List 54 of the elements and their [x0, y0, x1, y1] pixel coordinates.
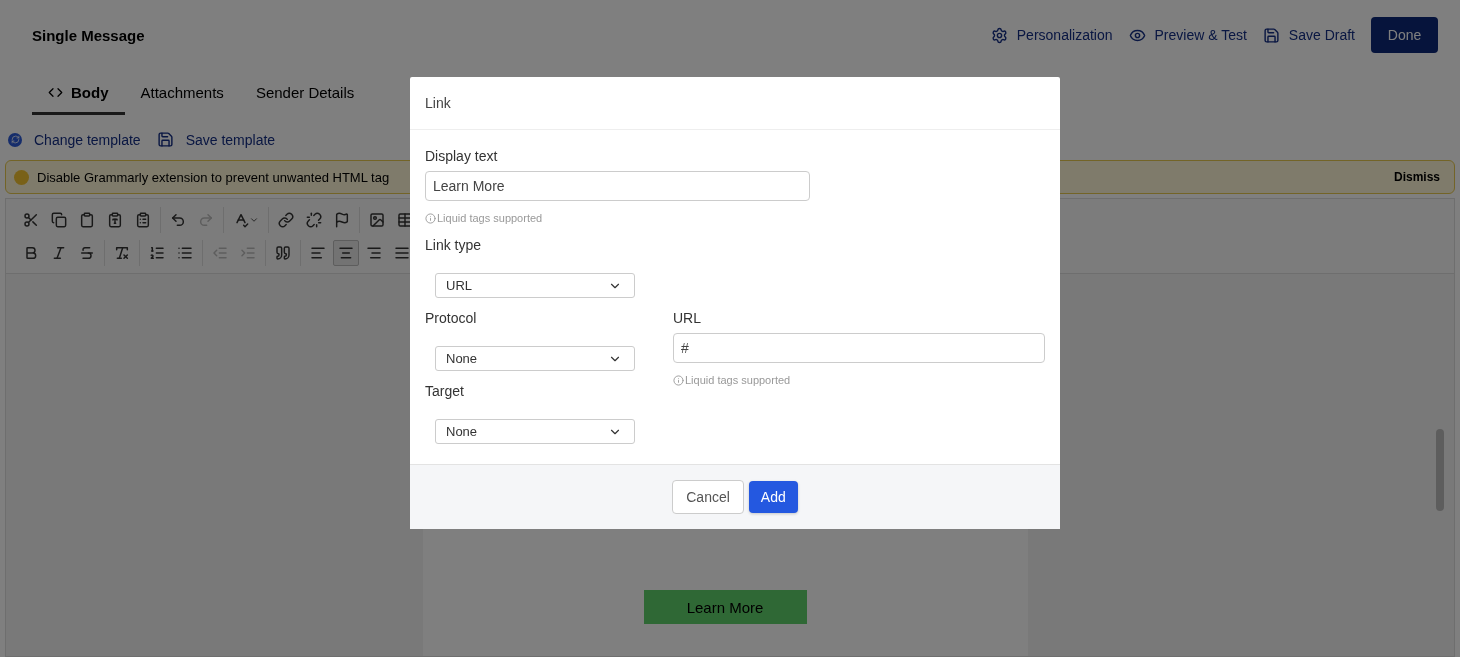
- editor-tab[interactable]: Body: [32, 73, 125, 115]
- scrollbar-thumb[interactable]: [1436, 429, 1444, 511]
- undo-icon: [170, 211, 186, 228]
- add-button[interactable]: Add: [748, 481, 798, 513]
- editor-tab[interactable]: Sender Details: [239, 73, 371, 115]
- paste-icon: [79, 211, 95, 228]
- quote-icon: [275, 244, 291, 261]
- paste-word-icon: [135, 211, 151, 228]
- italic-icon: [51, 244, 67, 261]
- field-label: URL: [673, 310, 702, 326]
- table-icon: [397, 211, 413, 228]
- template-link[interactable]: Save template: [156, 131, 276, 148]
- paste-text-icon: [107, 211, 123, 228]
- flag-icon: [334, 211, 350, 228]
- settings-icon: [990, 26, 1008, 44]
- header-action[interactable]: Preview & Test: [1128, 26, 1247, 44]
- header-action[interactable]: Save Draft: [1262, 26, 1355, 44]
- field-label: Link type: [425, 237, 483, 253]
- notice-text: Disable Grammarly extension to prevent unwanted HTML tag: [37, 169, 391, 185]
- url-input[interactable]: #: [673, 333, 1045, 363]
- field-label: Display text: [425, 148, 499, 164]
- dismiss-button[interactable]: Dismiss: [1387, 169, 1446, 185]
- unlink-icon: [306, 211, 322, 228]
- cut-icon: [23, 211, 39, 228]
- numbered-list-icon: [149, 244, 165, 261]
- warning-dot-icon: [14, 169, 29, 185]
- template-link[interactable]: Change template: [8, 131, 141, 148]
- info-icon: [673, 374, 684, 386]
- protocol-select[interactable]: None: [435, 346, 635, 371]
- strikethrough-icon: [79, 244, 95, 261]
- clear-format-icon: [114, 244, 130, 261]
- refresh-icon: [8, 132, 22, 147]
- cancel-button[interactable]: Cancel: [672, 480, 744, 514]
- bold-icon: [23, 244, 39, 261]
- image-icon: [369, 211, 385, 228]
- display-text-input[interactable]: Learn More: [425, 171, 810, 201]
- dialog-title: Link: [425, 95, 451, 111]
- copy-icon: [51, 211, 67, 228]
- learn-more-button[interactable]: Learn More: [643, 590, 807, 624]
- link-type-select[interactable]: URL: [435, 273, 635, 298]
- liquid-tags-hint: Liquid tags supported: [673, 374, 791, 386]
- done-button[interactable]: Done: [1371, 17, 1438, 53]
- code-icon: [48, 85, 63, 100]
- target-select[interactable]: None: [435, 419, 635, 444]
- editor-tab[interactable]: Attachments: [124, 73, 240, 115]
- link-icon: [278, 211, 294, 228]
- liquid-tags-hint: Liquid tags supported: [425, 212, 543, 224]
- info-icon: [425, 212, 436, 224]
- field-label: Protocol: [425, 310, 478, 326]
- spellcheck-icon: [233, 211, 249, 228]
- header-action[interactable]: Personalization: [990, 26, 1113, 44]
- field-label: Target: [425, 383, 465, 399]
- redo-icon: [198, 211, 214, 228]
- page-title: Single Message: [32, 26, 145, 44]
